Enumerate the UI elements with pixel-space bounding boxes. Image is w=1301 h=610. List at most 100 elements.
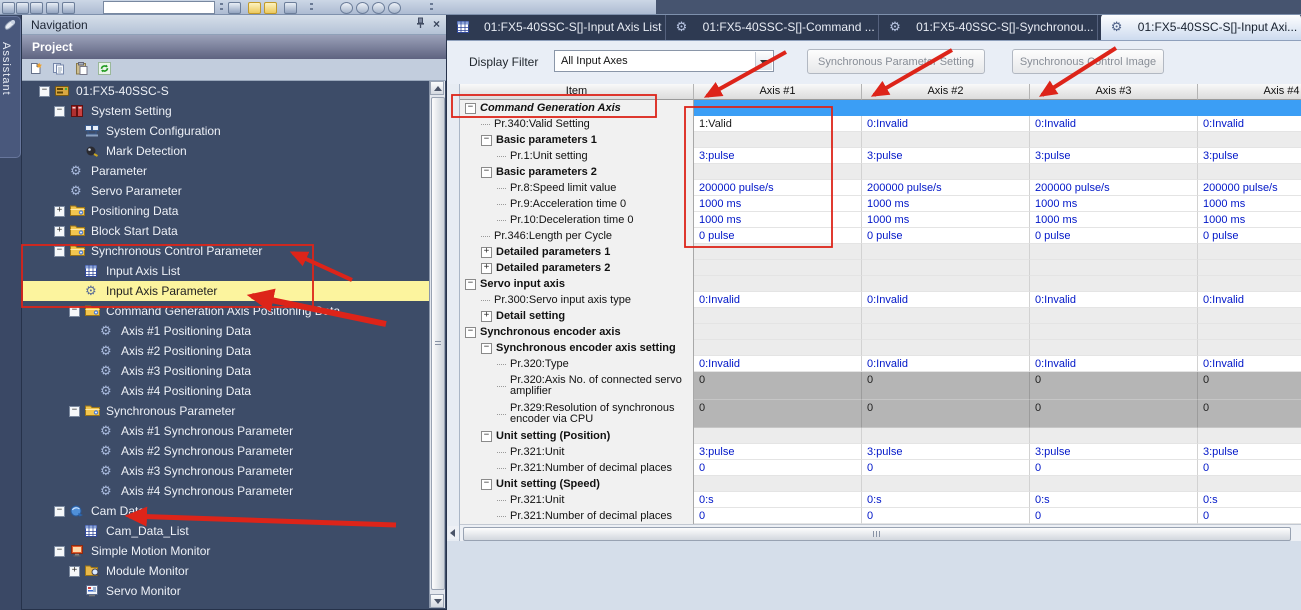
item-cell[interactable]: +Detailed parameters 1 <box>460 244 694 260</box>
item-cell[interactable]: Pr.8:Speed limit value <box>460 180 694 196</box>
cell-axis-1[interactable] <box>694 132 862 148</box>
cell-axis-2[interactable]: 0:s <box>862 492 1030 508</box>
table-row-pr-340-valid-setting[interactable]: Pr.340:Valid Setting1:Valid0:Invalid0:In… <box>460 116 1301 132</box>
toolbar-icon[interactable] <box>46 2 59 14</box>
item-cell[interactable]: Pr.320:Type <box>460 356 694 372</box>
toolbar-icon[interactable] <box>284 2 297 14</box>
collapse-icon[interactable]: − <box>481 343 492 354</box>
table-row-pr-346-length-per-cycle[interactable]: Pr.346:Length per Cycle0 pulse0 pulse0 p… <box>460 228 1301 244</box>
cell-axis-4[interactable] <box>1198 132 1301 148</box>
tree-item-block-start-data[interactable]: +Block Start Data <box>23 221 430 241</box>
display-filter-combo[interactable]: All Input Axes <box>554 50 774 72</box>
cell-axis-4[interactable]: 0 <box>1198 508 1301 524</box>
cell-axis-4[interactable] <box>1198 164 1301 180</box>
cell-axis-3[interactable] <box>1030 324 1198 340</box>
item-cell[interactable]: −Servo input axis <box>460 276 694 292</box>
item-cell[interactable]: Pr.300:Servo input axis type <box>460 292 694 308</box>
cell-axis-4[interactable]: 0 <box>1198 372 1301 400</box>
copy-icon[interactable] <box>52 62 66 80</box>
new-doc-icon[interactable] <box>29 62 43 80</box>
collapse-icon[interactable]: − <box>69 306 80 317</box>
assistant-tab[interactable]: Assistant <box>0 16 21 158</box>
item-cell[interactable]: Pr.340:Valid Setting <box>460 116 694 132</box>
column-header-axis-1[interactable]: Axis #1 <box>694 84 862 100</box>
item-cell[interactable]: Pr.321:Number of decimal places <box>460 508 694 524</box>
table-row-detailed-parameters-2[interactable]: +Detailed parameters 2 <box>460 260 1301 276</box>
column-header-item[interactable]: Item <box>460 84 694 100</box>
cell-axis-1[interactable] <box>694 476 862 492</box>
table-row-detail-setting[interactable]: +Detail setting <box>460 308 1301 324</box>
toolbar-icon[interactable] <box>248 2 261 14</box>
cell-axis-2[interactable] <box>862 428 1030 444</box>
paste-icon[interactable] <box>75 62 89 80</box>
cell-axis-3[interactable]: 0 <box>1030 460 1198 476</box>
zoom-icon[interactable] <box>356 2 369 14</box>
cell-axis-4[interactable]: 0 <box>1198 460 1301 476</box>
cell-axis-4[interactable]: 0:Invalid <box>1198 356 1301 372</box>
synchronous-parameter-setting-button[interactable]: Synchronous Parameter Setting <box>807 49 985 74</box>
cell-axis-1[interactable] <box>694 260 862 276</box>
table-row-detailed-parameters-1[interactable]: +Detailed parameters 1 <box>460 244 1301 260</box>
collapse-icon[interactable]: − <box>69 406 80 417</box>
item-cell[interactable]: Pr.321:Number of decimal places <box>460 460 694 476</box>
item-cell[interactable]: Pr.321:Unit <box>460 492 694 508</box>
cell-axis-1[interactable] <box>694 308 862 324</box>
cell-axis-4[interactable] <box>1198 324 1301 340</box>
table-row-command-generation-axis[interactable]: −Command Generation Axis <box>460 100 1301 116</box>
item-cell[interactable]: −Unit setting (Position) <box>460 428 694 444</box>
cell-axis-2[interactable] <box>862 340 1030 356</box>
cell-axis-4[interactable]: 0 <box>1198 400 1301 428</box>
cell-axis-2[interactable]: 0 <box>862 508 1030 524</box>
cell-axis-4[interactable] <box>1198 476 1301 492</box>
table-row-basic-parameters-1[interactable]: −Basic parameters 1 <box>460 132 1301 148</box>
collapse-icon[interactable]: − <box>481 167 492 178</box>
cell-axis-4[interactable]: 0:s <box>1198 492 1301 508</box>
tree-item-axis-4-positioning-data[interactable]: ⚙Axis #4 Positioning Data <box>23 381 430 401</box>
tree-item-axis-3-positioning-data[interactable]: ⚙Axis #3 Positioning Data <box>23 361 430 381</box>
cell-axis-3[interactable] <box>1030 308 1198 324</box>
tab-01-fx5-40ssc-s-synchronou[interactable]: ⚙01:FX5-40SSC-S[]-Synchronou... <box>879 14 1098 40</box>
tree-item-axis-2-positioning-data[interactable]: ⚙Axis #2 Positioning Data <box>23 341 430 361</box>
item-cell[interactable]: −Command Generation Axis <box>460 100 694 116</box>
cell-axis-4[interactable] <box>1198 340 1301 356</box>
table-row-pr-320-type[interactable]: Pr.320:Type0:Invalid0:Invalid0:Invalid0:… <box>460 356 1301 372</box>
table-row-pr-321-unit[interactable]: Pr.321:Unit3:pulse3:pulse3:pulse3:pulse <box>460 444 1301 460</box>
cell-axis-1[interactable]: 1000 ms <box>694 196 862 212</box>
collapse-icon[interactable]: − <box>54 246 65 257</box>
nav-scrollbar-thumb[interactable] <box>431 97 445 590</box>
cell-axis-4[interactable] <box>1198 428 1301 444</box>
cell-axis-3[interactable] <box>1030 476 1198 492</box>
cell-axis-2[interactable]: 200000 pulse/s <box>862 180 1030 196</box>
item-cell[interactable]: Pr.1:Unit setting <box>460 148 694 164</box>
item-cell[interactable]: Pr.10:Deceleration time 0 <box>460 212 694 228</box>
tab-01-fx5-40ssc-s-input-axi[interactable]: ⚙01:FX5-40SSC-S[]-Input Axi... <box>1101 14 1301 40</box>
cell-axis-2[interactable] <box>862 308 1030 324</box>
tree-item-axis-1-synchronous-parameter[interactable]: ⚙Axis #1 Synchronous Parameter <box>23 421 430 441</box>
item-cell[interactable]: −Basic parameters 1 <box>460 132 694 148</box>
synchronous-control-image-button[interactable]: Synchronous Control Image <box>1012 49 1164 74</box>
cell-axis-1[interactable]: 0 <box>694 508 862 524</box>
cell-axis-3[interactable] <box>1030 428 1198 444</box>
toolbar-icon[interactable] <box>30 2 43 14</box>
cell-axis-1[interactable]: 0 <box>694 372 862 400</box>
cell-axis-2[interactable]: 0 <box>862 460 1030 476</box>
tree-item-positioning-data[interactable]: +Positioning Data <box>23 201 430 221</box>
cell-axis-1[interactable]: 0 pulse <box>694 228 862 244</box>
toolbar-icon[interactable] <box>62 2 75 14</box>
tree-item-input-axis-list[interactable]: Input Axis List <box>23 261 430 281</box>
item-cell[interactable]: −Synchronous encoder axis <box>460 324 694 340</box>
cell-axis-4[interactable] <box>1198 244 1301 260</box>
toolbar-combo[interactable] <box>103 1 215 14</box>
table-row-pr-321-number-of-decimal-places[interactable]: Pr.321:Number of decimal places0000 <box>460 508 1301 524</box>
item-cell[interactable]: Pr.320:Axis No. of connected servo ampli… <box>460 372 694 400</box>
cell-axis-1[interactable]: 0:Invalid <box>694 292 862 308</box>
expand-icon[interactable]: + <box>481 247 492 258</box>
cell-axis-1[interactable] <box>694 164 862 180</box>
refresh-icon[interactable] <box>98 62 111 80</box>
cell-axis-3[interactable]: 0:Invalid <box>1030 292 1198 308</box>
item-cell[interactable]: −Unit setting (Speed) <box>460 476 694 492</box>
tree-item-parameter[interactable]: ⚙Parameter <box>23 161 430 181</box>
tree-item-input-axis-parameter[interactable]: ⚙Input Axis Parameter <box>23 281 430 301</box>
table-row-pr-1-unit-setting[interactable]: Pr.1:Unit setting3:pulse3:pulse3:pulse3:… <box>460 148 1301 164</box>
cell-axis-2[interactable]: 3:pulse <box>862 148 1030 164</box>
